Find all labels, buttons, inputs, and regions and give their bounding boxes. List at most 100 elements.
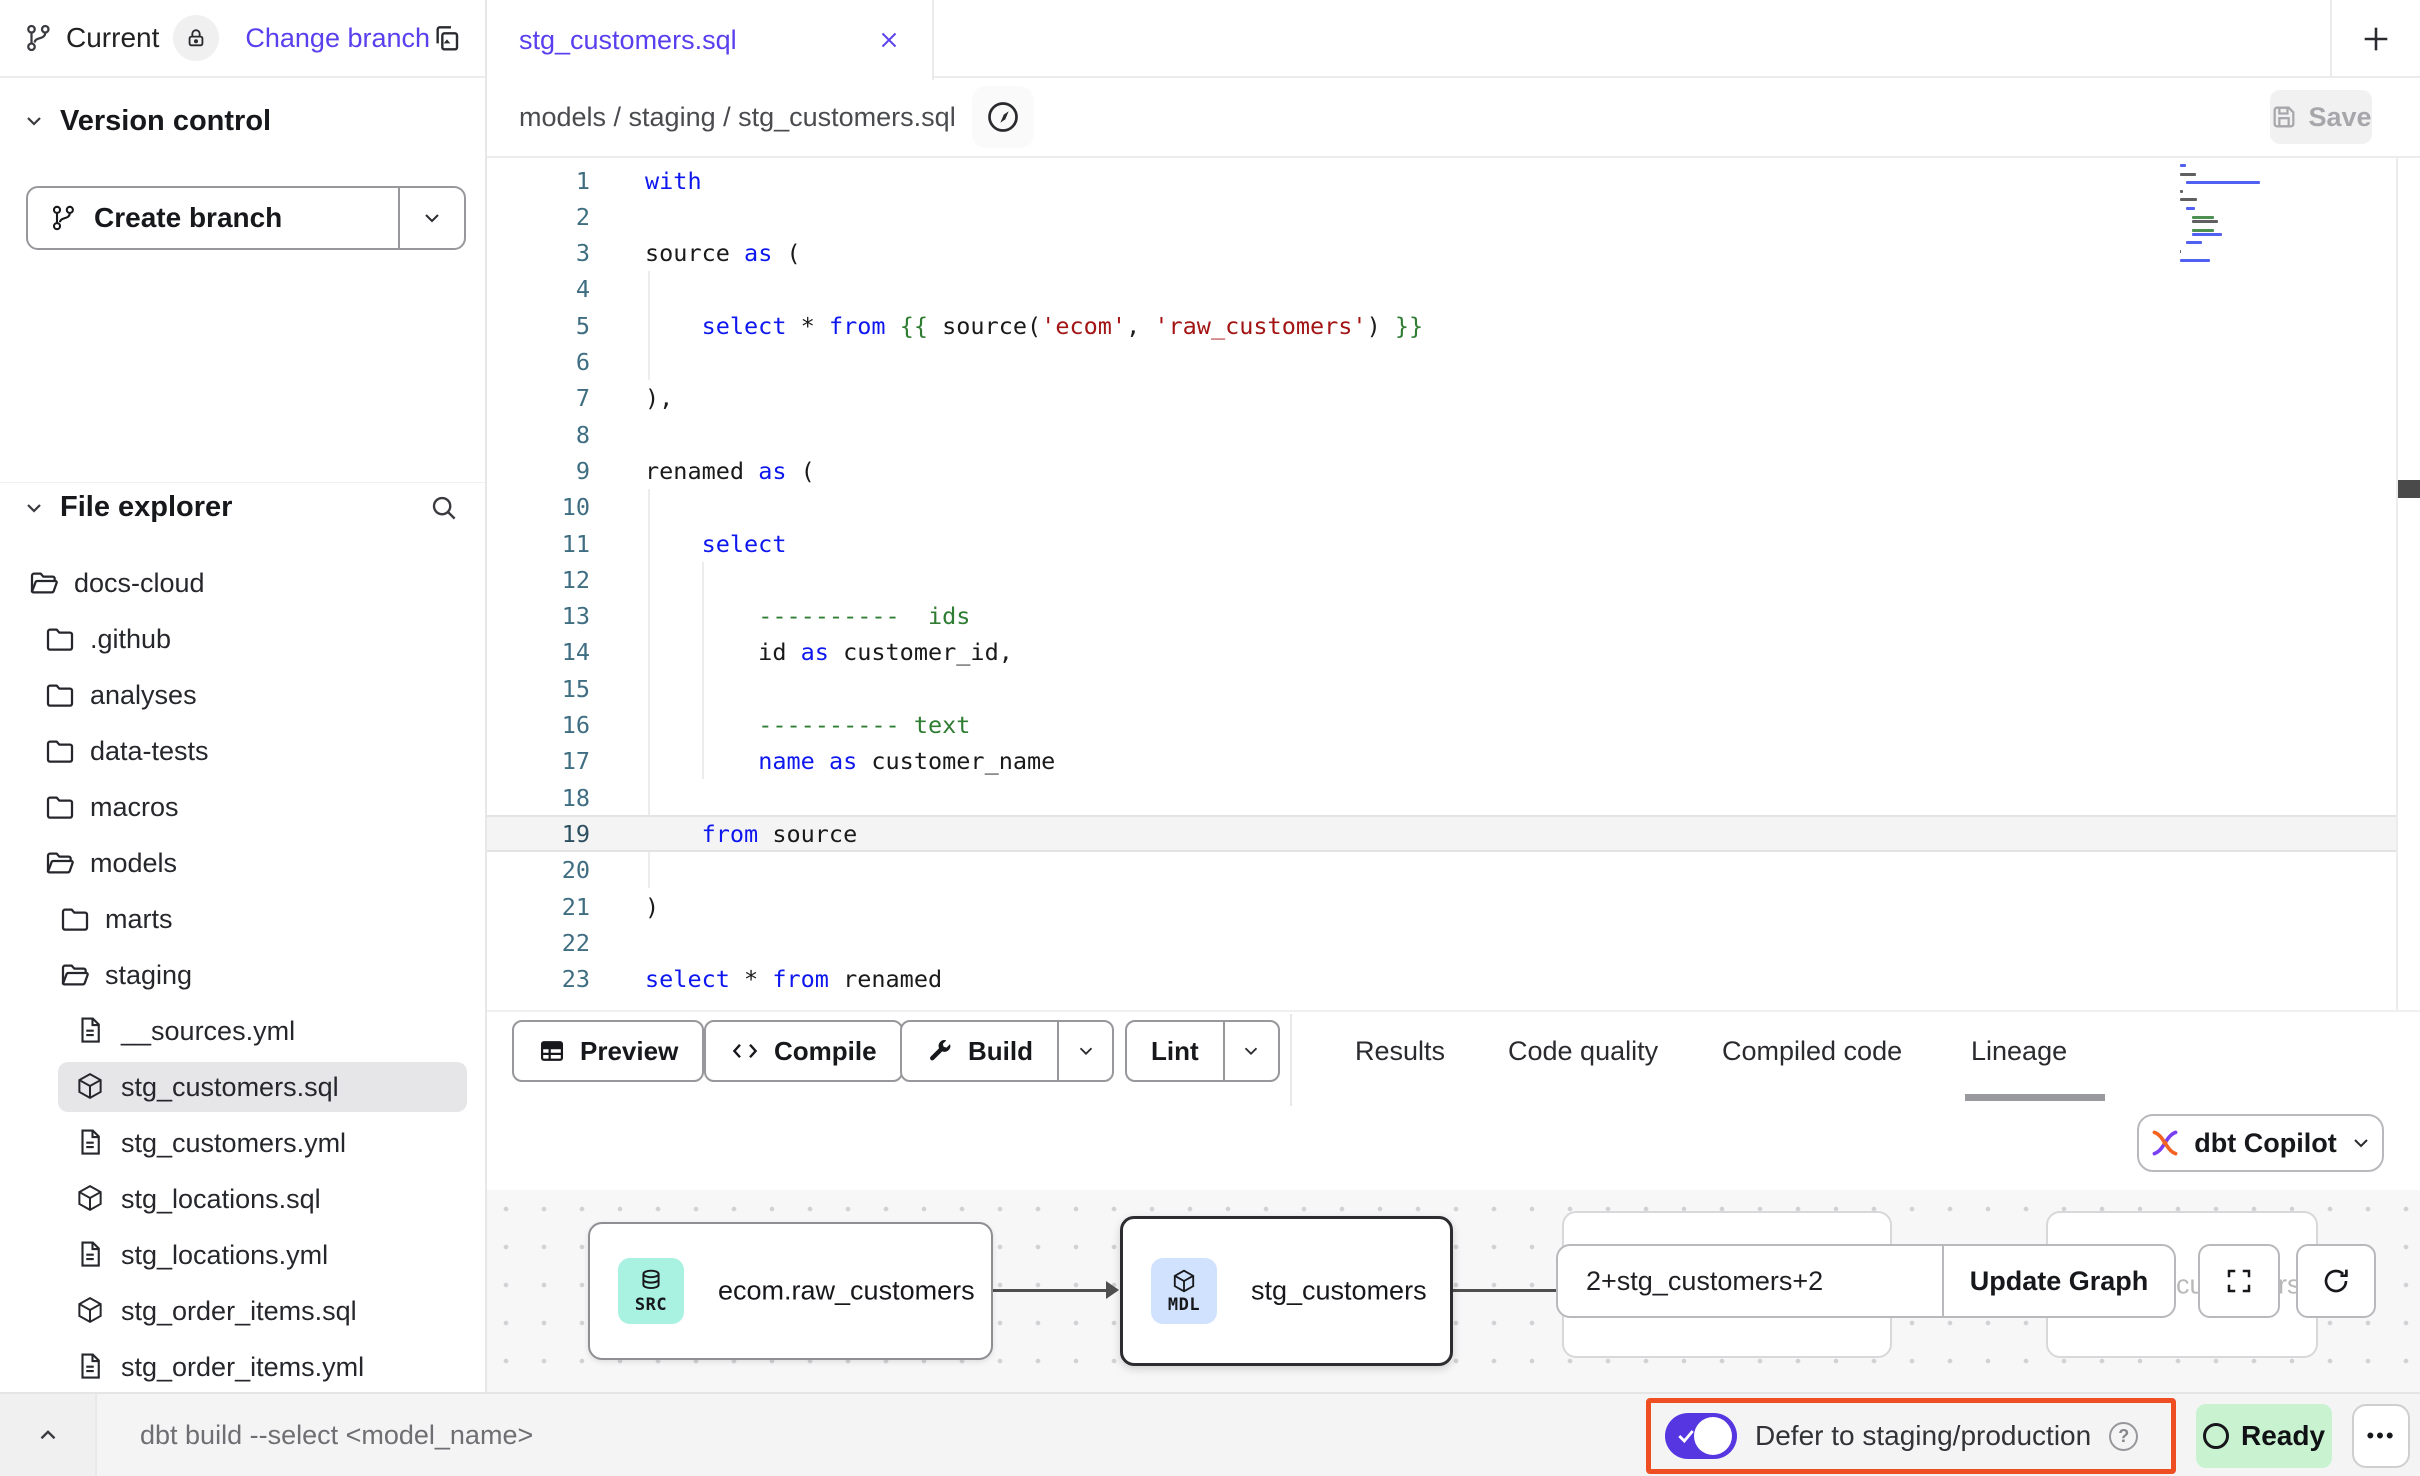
minimap <box>2180 164 2380 284</box>
database-icon <box>638 1268 664 1294</box>
file-icon <box>75 1239 107 1271</box>
node-label: ecom.raw_customers <box>718 1276 975 1307</box>
model-badge: MDL <box>1151 1258 1217 1324</box>
build-button[interactable]: Build <box>900 1020 1114 1082</box>
editor-toolbar: Preview Compile Build <box>487 1010 2420 1106</box>
code-line-4: 4 <box>487 271 2396 308</box>
compile-button[interactable]: Compile <box>704 1020 903 1082</box>
tree-item-staging[interactable]: staging <box>0 947 485 1003</box>
folder-icon <box>44 679 76 711</box>
code-editor[interactable]: 1with23source as (45 select * from {{ so… <box>487 158 2420 1010</box>
help-icon[interactable]: ? <box>2109 1422 2138 1451</box>
lineage-node-source[interactable]: SRC ecom.raw_customers <box>588 1222 993 1360</box>
create-branch-dropdown[interactable] <box>398 188 464 248</box>
more-options-button[interactable]: ••• <box>2352 1404 2410 1468</box>
change-branch-link[interactable]: Change branch <box>245 23 430 54</box>
lock-icon <box>185 27 207 49</box>
minimap-line <box>2186 207 2195 210</box>
sidebar: Current Change branch Version control <box>0 0 487 1392</box>
minimap-line <box>2192 220 2218 223</box>
file-icon <box>75 1015 107 1047</box>
tab-stg-customers[interactable]: stg_customers.sql <box>487 0 934 80</box>
code-line-3: 3source as ( <box>487 235 2396 272</box>
tree-item-label: .github <box>90 624 171 655</box>
wrench-icon <box>926 1037 954 1065</box>
code-line-22: 22 <box>487 924 2396 961</box>
build-dropdown[interactable] <box>1057 1022 1112 1080</box>
refresh-button[interactable] <box>2296 1244 2376 1318</box>
tree-item-label: macros <box>90 792 179 823</box>
refresh-icon <box>2320 1265 2352 1297</box>
tree-item-analyses[interactable]: analyses <box>0 667 485 723</box>
update-graph-button[interactable]: Update Graph <box>1942 1246 2174 1316</box>
minimap-line <box>2192 216 2214 219</box>
divider <box>1290 1014 1292 1106</box>
tab-title: stg_customers.sql <box>519 25 737 56</box>
search-icon[interactable] <box>429 493 459 523</box>
tree-item-label: stg_locations.yml <box>121 1240 328 1271</box>
collapse-panel-button[interactable] <box>0 1394 97 1476</box>
save-button[interactable]: Save <box>2270 90 2372 144</box>
source-badge: SRC <box>618 1258 684 1324</box>
file-explorer-section-header[interactable]: File explorer <box>0 482 485 532</box>
version-control-section-header[interactable]: Version control <box>0 96 485 146</box>
chevron-down-icon <box>1075 1040 1097 1062</box>
tree-item-__sources.yml[interactable]: __sources.yml <box>0 1003 485 1059</box>
tree-item-stg_order_items.yml[interactable]: stg_order_items.yml <box>0 1339 485 1395</box>
version-control-title: Version control <box>60 105 271 138</box>
tree-item-stg_customers.sql[interactable]: stg_customers.sql <box>0 1059 485 1115</box>
tree-item-stg_locations.yml[interactable]: stg_locations.yml <box>0 1227 485 1283</box>
model-icon <box>75 1295 107 1327</box>
dbt-copilot-button[interactable]: dbt Copilot <box>2137 1114 2384 1172</box>
lineage-selector-input[interactable]: 2+stg_customers+2 <box>1558 1246 1942 1316</box>
tree-item-models[interactable]: models <box>0 835 485 891</box>
tab-code-quality[interactable]: Code quality <box>1508 1020 1658 1082</box>
git-branch-icon <box>24 23 54 53</box>
code-line-14: 14 id as customer_id, <box>487 634 2396 671</box>
save-label: Save <box>2308 102 2371 133</box>
command-input[interactable]: dbt build --select <model_name> <box>140 1394 533 1476</box>
tab-compiled-code[interactable]: Compiled code <box>1722 1020 1902 1082</box>
lineage-node-stg-customers[interactable]: MDL stg_customers <box>1120 1216 1453 1366</box>
preview-button[interactable]: Preview <box>512 1020 704 1082</box>
defer-toggle-highlight: Defer to staging/production ? <box>1646 1398 2176 1474</box>
compile-label: Compile <box>774 1036 877 1067</box>
code-line-6: 6 <box>487 344 2396 381</box>
tree-item-stg_order_items.sql[interactable]: stg_order_items.sql <box>0 1283 485 1339</box>
tree-item-docs-cloud[interactable]: docs-cloud <box>0 555 485 611</box>
cube-icon <box>1171 1268 1197 1294</box>
open-in-docs-button[interactable] <box>972 86 1034 148</box>
command-bar: dbt build --select <model_name> Defer to… <box>0 1392 2420 1476</box>
tree-item-data-tests[interactable]: data-tests <box>0 723 485 779</box>
chevron-down-icon <box>22 109 46 133</box>
tree-item-.github[interactable]: .github <box>0 611 485 667</box>
defer-toggle[interactable] <box>1665 1413 1737 1459</box>
compass-icon <box>985 99 1021 135</box>
copy-icon[interactable] <box>431 22 463 54</box>
tree-item-marts[interactable]: marts <box>0 891 485 947</box>
minimap-line <box>2180 259 2210 262</box>
editor-scrollbar[interactable] <box>2396 158 2420 1010</box>
new-tab-button[interactable] <box>2332 0 2420 78</box>
tab-results[interactable]: Results <box>1355 1020 1445 1082</box>
tree-item-stg_locations.sql[interactable]: stg_locations.sql <box>0 1171 485 1227</box>
scrollbar-thumb[interactable] <box>2398 480 2420 498</box>
tree-item-macros[interactable]: macros <box>0 779 485 835</box>
check-icon <box>1676 1426 1696 1446</box>
fullscreen-button[interactable] <box>2198 1244 2280 1318</box>
main-area: stg_customers.sql models / staging / stg… <box>487 0 2420 1392</box>
lint-dropdown[interactable] <box>1223 1022 1278 1080</box>
code-line-19: 19 from source <box>487 815 2396 852</box>
tab-lineage[interactable]: Lineage <box>1971 1020 2067 1082</box>
code-line-15: 15 <box>487 670 2396 707</box>
close-icon[interactable] <box>876 27 902 53</box>
code-line-8: 8 <box>487 416 2396 453</box>
table-icon <box>538 1037 566 1065</box>
minimap-line <box>2180 173 2196 176</box>
create-branch-button[interactable]: Create branch <box>26 186 466 250</box>
tree-item-stg_customers.yml[interactable]: stg_customers.yml <box>0 1115 485 1171</box>
folder-icon <box>59 903 91 935</box>
lineage-canvas[interactable]: SRC ecom.raw_customers MDL stg_customers <box>487 1190 2420 1392</box>
defer-label: Defer to staging/production <box>1755 1420 2091 1452</box>
lint-button[interactable]: Lint <box>1125 1020 1280 1082</box>
